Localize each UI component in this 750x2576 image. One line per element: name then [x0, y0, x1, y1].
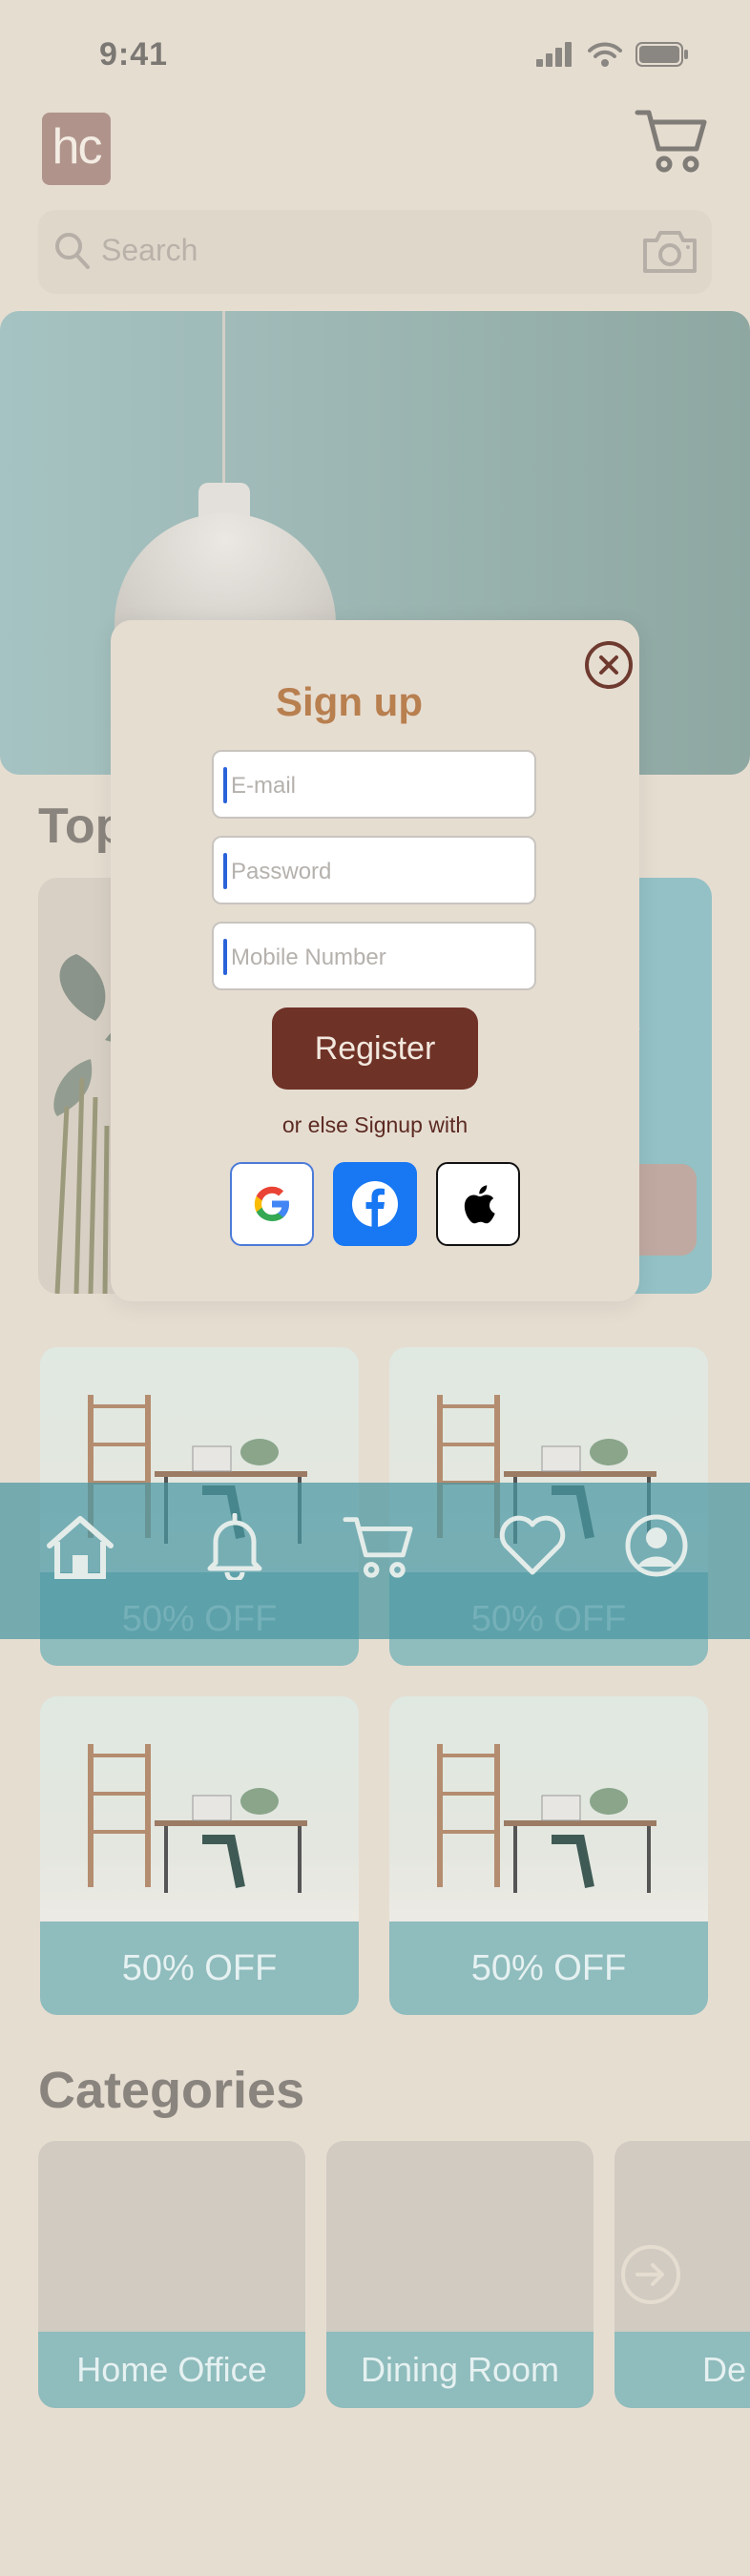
- google-signup-button[interactable]: [230, 1162, 314, 1246]
- text-cursor: [223, 853, 227, 889]
- category-label: De: [615, 2332, 750, 2408]
- register-button[interactable]: Register: [272, 1008, 478, 1090]
- cart-icon: [343, 1517, 413, 1578]
- text-cursor: [223, 939, 227, 975]
- categories-title: Categories: [38, 2062, 305, 2119]
- battery-icon: [635, 42, 688, 67]
- deal-card[interactable]: 50% OFF: [40, 1696, 359, 2015]
- status-time: 9:41: [99, 36, 169, 73]
- app-logo[interactable]: hc: [42, 113, 111, 185]
- signup-modal: Sign up E-mail Password Mobile Number Re…: [111, 620, 639, 1301]
- category-card[interactable]: Home Office: [38, 2141, 305, 2408]
- facebook-icon: [352, 1181, 398, 1227]
- search-bar[interactable]: Search: [38, 210, 712, 294]
- header-cart-button[interactable]: [634, 107, 708, 178]
- nav-notifications[interactable]: [204, 1512, 265, 1585]
- deal-card[interactable]: 50% OFF: [389, 1696, 708, 2015]
- category-label: Home Office: [38, 2332, 305, 2408]
- lamp-wire: [222, 311, 225, 492]
- text-cursor: [223, 767, 227, 803]
- password-field[interactable]: Password: [212, 836, 536, 904]
- profile-icon: [625, 1514, 688, 1577]
- status-icons: [536, 42, 689, 67]
- heart-icon: [499, 1515, 566, 1575]
- wifi-icon: [588, 42, 622, 67]
- close-button[interactable]: [585, 641, 633, 689]
- alt-signup-text: or else Signup with: [281, 1112, 469, 1137]
- apple-signup-button[interactable]: [436, 1162, 520, 1246]
- nav-favorites[interactable]: [498, 1513, 567, 1581]
- category-label: Dining Room: [326, 2332, 594, 2408]
- deal-label: 50% OFF: [40, 1922, 359, 2015]
- arrow-right-circle-icon[interactable]: [618, 2242, 683, 2307]
- google-icon: [254, 1186, 289, 1221]
- camera-icon[interactable]: [641, 229, 698, 275]
- nav-profile[interactable]: [624, 1513, 689, 1583]
- close-icon: [599, 655, 618, 675]
- nav-cart[interactable]: [342, 1513, 414, 1585]
- desk-image: [389, 1696, 708, 1922]
- cart-icon: [635, 110, 707, 173]
- email-field[interactable]: E-mail: [212, 750, 536, 819]
- bottom-nav: [0, 1483, 750, 1639]
- nav-home[interactable]: [44, 1513, 116, 1585]
- apple-icon: [464, 1185, 495, 1224]
- deal-label: 50% OFF: [389, 1922, 708, 2015]
- signup-title: Sign up: [276, 679, 423, 724]
- desk-image: [40, 1696, 359, 1922]
- mobile-placeholder: Mobile Number: [231, 945, 386, 970]
- facebook-signup-button[interactable]: [333, 1162, 417, 1246]
- password-placeholder: Password: [231, 859, 332, 884]
- home-icon: [47, 1516, 114, 1579]
- signal-icon: [536, 42, 572, 67]
- mobile-field[interactable]: Mobile Number: [212, 922, 536, 990]
- search-icon: [55, 233, 90, 269]
- category-card[interactable]: De: [615, 2141, 750, 2408]
- category-card[interactable]: Dining Room: [326, 2141, 594, 2408]
- email-placeholder: E-mail: [231, 773, 297, 799]
- bell-icon: [207, 1512, 262, 1583]
- search-input[interactable]: Search: [101, 233, 198, 268]
